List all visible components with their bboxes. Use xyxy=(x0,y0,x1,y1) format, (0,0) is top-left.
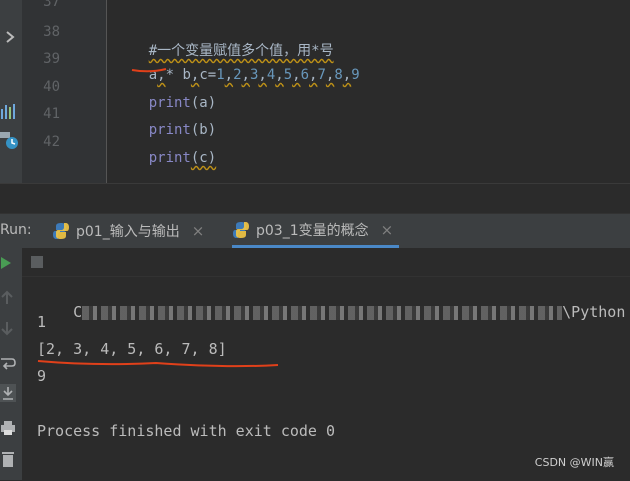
red-underline-annotation xyxy=(37,360,279,368)
number: 5 xyxy=(283,67,293,83)
run-tab-bar: Run: p01_输入与输出 × p03_1变量的概念 × xyxy=(0,213,630,249)
tab-label: p03_1变量的概念 xyxy=(256,222,369,239)
line-number: 38 xyxy=(43,24,60,40)
close-icon[interactable]: × xyxy=(381,221,394,239)
commit-clock-icon[interactable] xyxy=(0,130,20,152)
expand-chevron-icon[interactable] xyxy=(4,30,16,44)
print-keyword: print xyxy=(148,150,191,166)
path-suffix: \Python xyxy=(562,303,626,321)
tab-p01[interactable]: p01_输入与输出 × xyxy=(52,214,204,248)
console-line: [2, 3, 4, 5, 6, 7, 8] xyxy=(37,340,227,358)
line-number: 41 xyxy=(43,106,60,122)
number: 1 xyxy=(216,67,225,83)
number: 7 xyxy=(317,67,326,83)
number: 2 xyxy=(233,67,242,83)
line-number: 40 xyxy=(43,79,60,95)
run-label: Run: xyxy=(0,222,32,238)
python-file-icon xyxy=(52,222,70,240)
console-line: 1 xyxy=(37,313,47,331)
number: 8 xyxy=(334,67,343,83)
tab-label: p01_输入与输出 xyxy=(76,224,180,240)
left-tool-strip xyxy=(0,0,23,213)
code-line-print-c[interactable]: print(c) xyxy=(115,134,216,182)
python-file-icon xyxy=(232,221,250,239)
print-args: (c) xyxy=(190,150,217,166)
console-path-line: C \Python xyxy=(37,285,625,339)
scroll-down-icon[interactable] xyxy=(0,320,16,336)
line-number-gutter: 37 38 39 40 41 42 xyxy=(22,0,107,183)
number: 9 xyxy=(351,67,360,83)
number: 4 xyxy=(266,67,276,83)
soft-wrap-icon[interactable] xyxy=(0,356,16,372)
line-number: 37 xyxy=(43,0,60,10)
structure-bars-icon[interactable] xyxy=(0,103,18,119)
console-toolbar xyxy=(22,248,630,276)
scroll-to-end-icon[interactable] xyxy=(0,384,16,402)
process-finished-line: Process finished with exit code 0 xyxy=(37,422,336,440)
number: 6 xyxy=(300,67,309,83)
close-icon[interactable]: × xyxy=(192,222,205,240)
path-prefix: C xyxy=(73,303,83,321)
line-number: 39 xyxy=(43,51,60,67)
run-side-toolbar xyxy=(0,248,23,480)
red-underline-annotation xyxy=(131,68,167,73)
watermark: CSDN @WIN赢 xyxy=(534,456,614,469)
redacted-path xyxy=(82,305,563,320)
trash-icon[interactable] xyxy=(0,450,16,467)
tab-p03[interactable]: p03_1变量的概念 × xyxy=(232,214,400,248)
code-editor[interactable]: 37 38 39 40 41 42 #一个变量赋值多个值，用*号 a,* b,c… xyxy=(0,0,630,214)
console-output[interactable]: C \Python 1 [2, 3, 4, 5, 6, 7, 8] 9 Proce… xyxy=(22,276,630,481)
rerun-play-icon[interactable] xyxy=(0,256,16,272)
print-icon[interactable] xyxy=(0,420,16,436)
editor-empty-area xyxy=(0,183,630,214)
console-line: 9 xyxy=(37,367,47,385)
line-number: 42 xyxy=(43,134,60,150)
stop-icon[interactable] xyxy=(30,255,46,271)
scroll-up-icon[interactable] xyxy=(0,290,16,306)
